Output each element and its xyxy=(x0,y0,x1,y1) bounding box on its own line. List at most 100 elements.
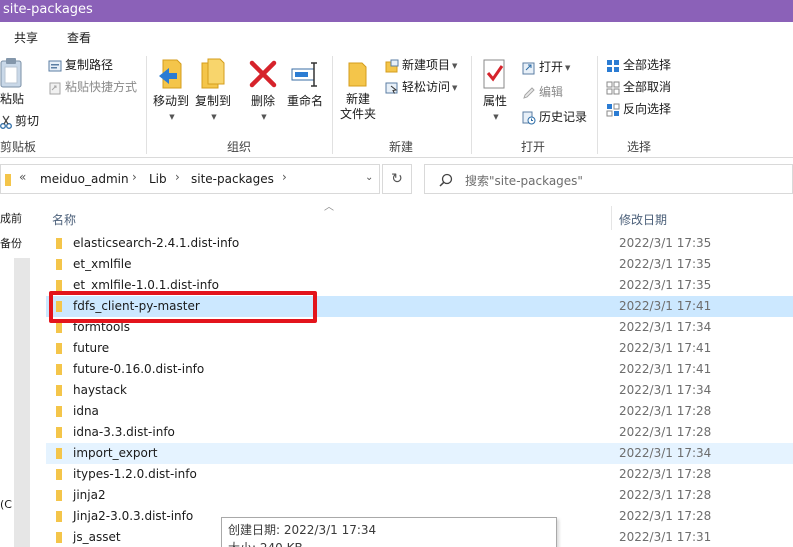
overflow-chevron-icon[interactable]: « xyxy=(19,170,26,184)
file-modified-date: 2022/3/1 17:35 xyxy=(619,257,712,271)
folder-icon xyxy=(5,174,11,186)
file-name: future-0.16.0.dist-info xyxy=(73,362,205,376)
file-row[interactable]: future-0.16.0.dist-info 2022/3/1 17:41 xyxy=(46,359,793,380)
copy-path-label: 复制路径 xyxy=(65,58,114,72)
dropdown-caret-icon: ▼ xyxy=(169,113,175,121)
history-button[interactable]: 历史记录 xyxy=(522,107,587,127)
delete-x-icon xyxy=(249,60,277,88)
file-tooltip: 创建日期: 2022/3/1 17:34 大小: 240 KB xyxy=(221,517,557,547)
copy-path-button[interactable]: 复制路径 xyxy=(48,55,113,75)
easy-access-icon xyxy=(385,82,398,94)
new-folder-icon xyxy=(348,62,367,87)
column-divider[interactable] xyxy=(611,206,612,230)
copy-path-icon xyxy=(48,60,62,72)
folder-icon xyxy=(56,343,62,354)
file-name: jinja2 xyxy=(73,488,106,502)
file-modified-date: 2022/3/1 17:28 xyxy=(619,467,712,481)
search-box[interactable]: 搜索"site-packages" xyxy=(424,164,793,194)
properties-button[interactable]: 属性 ▼ xyxy=(476,58,514,125)
file-row[interactable]: jinja2 2022/3/1 17:28 xyxy=(46,485,793,506)
cut-button[interactable]: 剪切 xyxy=(0,111,39,131)
group-label-organize: 组织 xyxy=(226,140,251,154)
invert-selection-button[interactable]: 反向选择 xyxy=(606,99,671,119)
cut-label: 剪切 xyxy=(15,114,40,128)
chevron-right-icon[interactable]: › xyxy=(132,170,137,184)
column-header-name[interactable]: 名称 xyxy=(52,211,76,228)
file-name: js_asset xyxy=(73,530,121,544)
breadcrumb-meiduo-admin[interactable]: meiduo_admin xyxy=(40,172,129,186)
select-none-icon xyxy=(606,81,620,95)
rename-label: 重命名 xyxy=(286,94,323,108)
file-modified-date: 2022/3/1 17:28 xyxy=(619,425,712,439)
nav-item-partial[interactable]: (C xyxy=(0,498,12,511)
nav-item-partial[interactable]: 备份 xyxy=(0,235,22,251)
rename-icon xyxy=(291,62,317,87)
chevron-right-icon[interactable]: › xyxy=(175,170,180,184)
group-label-new: 新建 xyxy=(388,140,413,154)
edit-button[interactable]: 编辑 xyxy=(522,82,563,102)
breadcrumb-lib[interactable]: Lib xyxy=(149,172,167,186)
open-button[interactable]: 打开 ▼ xyxy=(522,57,570,77)
nav-scrollbar[interactable] xyxy=(14,258,30,547)
file-row[interactable]: et_xmlfile 2022/3/1 17:35 xyxy=(46,254,793,275)
address-row: « meiduo_admin › Lib › site-packages › ⌄… xyxy=(0,164,793,196)
easy-access-label: 轻松访问 xyxy=(402,80,451,94)
rename-button[interactable]: 重命名 xyxy=(285,58,325,109)
file-row[interactable]: future 2022/3/1 17:41 xyxy=(46,338,793,359)
breadcrumb-site-packages[interactable]: site-packages xyxy=(191,172,274,186)
select-none-button[interactable]: 全部取消 xyxy=(606,77,671,97)
file-row[interactable]: idna-3.3.dist-info 2022/3/1 17:28 xyxy=(46,422,793,443)
nav-item-partial[interactable]: 成前 xyxy=(0,210,22,226)
delete-button[interactable]: 删除 ▼ xyxy=(245,58,281,125)
properties-label: 属性 xyxy=(482,94,507,108)
paste-shortcut-button[interactable]: 粘贴快捷方式 xyxy=(48,77,137,97)
select-all-icon xyxy=(607,60,619,72)
refresh-button[interactable]: ↻ xyxy=(382,164,412,194)
file-modified-date: 2022/3/1 17:34 xyxy=(619,383,712,397)
refresh-icon: ↻ xyxy=(391,171,403,187)
search-placeholder: 搜索"site-packages" xyxy=(465,174,583,188)
file-name: itypes-1.2.0.dist-info xyxy=(73,467,197,481)
scissors-icon xyxy=(0,115,12,129)
folder-icon xyxy=(56,511,62,522)
file-modified-date: 2022/3/1 17:35 xyxy=(619,236,712,250)
tooltip-size: 大小: 240 KB xyxy=(228,539,303,547)
new-folder-button[interactable]: 新建 文件夹 xyxy=(337,60,379,122)
folder-icon xyxy=(56,532,62,543)
file-name: et_xmlfile xyxy=(73,257,132,271)
file-name: elasticsearch-2.4.1.dist-info xyxy=(73,236,240,250)
folder-icon xyxy=(56,238,62,249)
paste-button[interactable]: 粘贴 xyxy=(0,58,28,107)
address-bar[interactable]: « meiduo_admin › Lib › site-packages › ⌄ xyxy=(0,164,380,194)
file-row[interactable]: itypes-1.2.0.dist-info 2022/3/1 17:28 xyxy=(46,464,793,485)
select-all-button[interactable]: 全部选择 xyxy=(606,55,671,75)
tab-share[interactable]: 共享 xyxy=(14,29,38,46)
copy-to-button[interactable]: 复制到 ▼ xyxy=(193,58,233,125)
highlight-annotation xyxy=(49,291,317,323)
easy-access-button[interactable]: 轻松访问 ▼ xyxy=(385,77,457,97)
column-header-date[interactable]: 修改日期 xyxy=(619,211,667,228)
properties-icon xyxy=(483,59,505,89)
file-row[interactable]: import_export 2022/3/1 17:34 xyxy=(46,443,793,464)
new-item-button[interactable]: 新建项目 ▼ xyxy=(385,55,457,75)
folder-icon xyxy=(56,259,62,270)
file-modified-date: 2022/3/1 17:41 xyxy=(619,362,712,376)
window-title: site-packages xyxy=(0,0,793,22)
delete-label: 删除 xyxy=(250,94,275,108)
file-name: haystack xyxy=(73,383,127,397)
chevron-right-icon[interactable]: › xyxy=(282,170,287,184)
group-label-clipboard: 剪贴板 xyxy=(0,140,37,154)
file-row[interactable]: haystack 2022/3/1 17:34 xyxy=(46,380,793,401)
dropdown-caret-icon: ▼ xyxy=(211,113,217,121)
dropdown-caret-icon: ▼ xyxy=(261,113,267,121)
file-row[interactable]: idna 2022/3/1 17:28 xyxy=(46,401,793,422)
edit-icon xyxy=(523,87,535,99)
file-row[interactable]: elasticsearch-2.4.1.dist-info 2022/3/1 17… xyxy=(46,233,793,254)
select-all-label: 全部选择 xyxy=(623,58,672,72)
move-to-icon xyxy=(159,59,182,89)
tab-view[interactable]: 查看 xyxy=(67,29,91,46)
clipboard-icon xyxy=(0,58,22,88)
dropdown-caret-icon: ▼ xyxy=(452,62,458,70)
chevron-down-icon[interactable]: ⌄ xyxy=(365,172,373,183)
move-to-button[interactable]: 移动到 ▼ xyxy=(151,58,191,125)
